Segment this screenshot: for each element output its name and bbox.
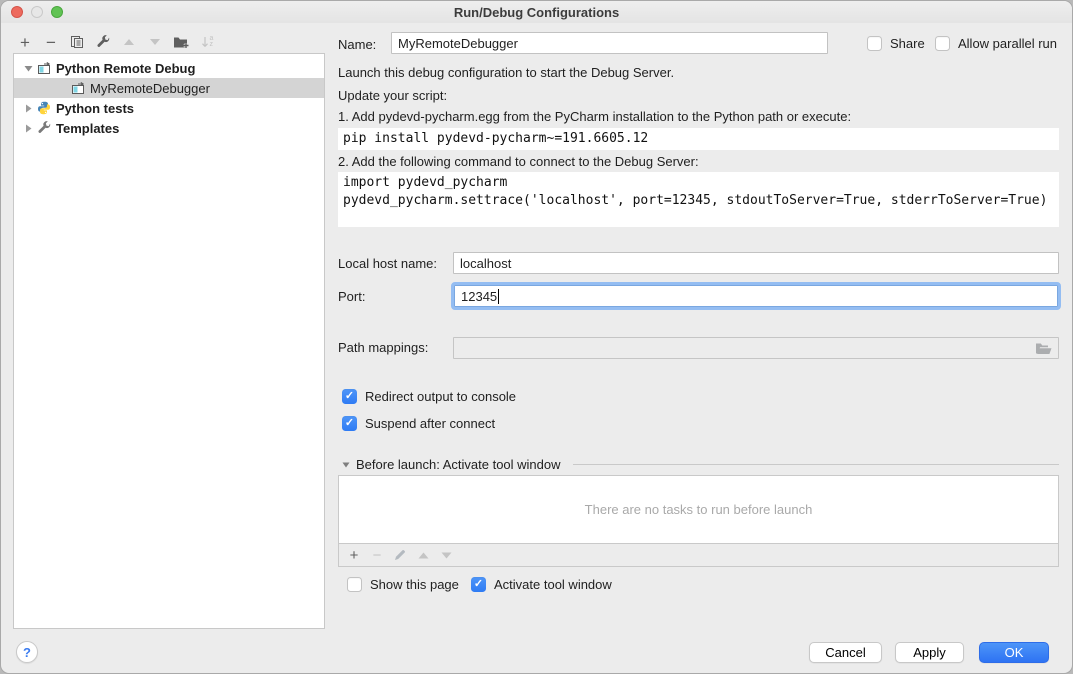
- section-divider: [573, 464, 1059, 465]
- move-up-button: [119, 32, 139, 52]
- share-label: Share: [890, 36, 925, 51]
- name-label: Name:: [338, 37, 376, 52]
- remove-icon: −: [46, 34, 56, 51]
- run-debug-configurations-dialog: Run/Debug Configurations + − az: [0, 0, 1073, 674]
- move-down-icon: [441, 552, 452, 559]
- new-folder-button[interactable]: [171, 32, 191, 52]
- tree-item-label: Python tests: [56, 101, 134, 116]
- cancel-button[interactable]: Cancel: [809, 642, 882, 663]
- before-launch-tasks-list[interactable]: There are no tasks to run before launch: [338, 475, 1059, 544]
- tree-item-label: Templates: [56, 121, 119, 136]
- sort-configurations-button: az: [197, 32, 217, 52]
- empty-tasks-message: There are no tasks to run before launch: [585, 502, 813, 517]
- redirect-output-checkbox[interactable]: [342, 389, 357, 404]
- help-button[interactable]: ?: [16, 641, 38, 663]
- window-title: Run/Debug Configurations: [1, 5, 1072, 20]
- copy-configuration-button[interactable]: [67, 32, 87, 52]
- tree-item-python-tests[interactable]: Python tests: [14, 98, 324, 118]
- show-this-page-checkbox[interactable]: [347, 577, 362, 592]
- move-up-icon: [418, 552, 429, 559]
- name-input[interactable]: MyRemoteDebugger: [391, 32, 828, 54]
- edit-task-button: [391, 546, 409, 564]
- share-checkbox[interactable]: [867, 36, 882, 51]
- show-this-page-row: Show this page: [347, 577, 459, 592]
- tree-item-label: MyRemoteDebugger: [90, 81, 210, 96]
- move-task-down-button: [437, 546, 455, 564]
- allow-parallel-label: Allow parallel run: [958, 36, 1057, 51]
- apply-button[interactable]: Apply: [895, 642, 964, 663]
- share-checkbox-row: Share: [867, 36, 925, 51]
- chevron-down-icon[interactable]: [342, 462, 350, 468]
- activate-tool-window-label: Activate tool window: [494, 577, 612, 592]
- remove-configuration-button[interactable]: −: [41, 32, 61, 52]
- edit-pencil-icon: [394, 549, 406, 561]
- path-mappings-input[interactable]: [453, 337, 1059, 359]
- description-line-1: Launch this debug configuration to start…: [338, 65, 674, 80]
- show-this-page-label: Show this page: [370, 577, 459, 592]
- before-launch-title: Before launch: Activate tool window: [356, 457, 561, 472]
- tree-item-templates[interactable]: Templates: [14, 118, 324, 138]
- suspend-after-connect-label: Suspend after connect: [365, 416, 495, 431]
- remote-debug-icon: [36, 62, 52, 75]
- local-host-input[interactable]: localhost: [453, 252, 1059, 274]
- python-icon: [36, 101, 52, 115]
- ok-button[interactable]: OK: [979, 642, 1049, 663]
- folder-open-icon[interactable]: [1035, 342, 1052, 355]
- add-icon: +: [350, 548, 359, 563]
- tree-item-label: Python Remote Debug: [56, 61, 195, 76]
- settrace-code[interactable]: import pydevd_pycharm pydevd_pycharm.set…: [338, 172, 1059, 227]
- local-host-label: Local host name:: [338, 256, 437, 271]
- allow-parallel-checkbox-row: Allow parallel run: [935, 36, 1057, 51]
- title-bar: Run/Debug Configurations: [1, 1, 1072, 23]
- configurations-tree: Python Remote Debug MyRemoteDebugger Pyt…: [13, 53, 325, 629]
- chevron-right-icon[interactable]: [20, 104, 36, 113]
- description-line-2: Update your script:: [338, 88, 447, 103]
- port-input[interactable]: 12345: [454, 285, 1058, 307]
- chevron-right-icon[interactable]: [20, 124, 36, 133]
- configurations-toolbar: + − az: [15, 31, 217, 53]
- move-down-icon: [149, 38, 161, 46]
- remove-task-button: −: [368, 546, 386, 564]
- add-task-button[interactable]: +: [345, 546, 363, 564]
- edit-defaults-button[interactable]: [93, 32, 113, 52]
- add-configuration-button[interactable]: +: [15, 32, 35, 52]
- move-down-button: [145, 32, 165, 52]
- chevron-down-icon[interactable]: [20, 65, 36, 72]
- tasks-toolbar: + −: [338, 544, 1059, 567]
- wrench-icon: [36, 121, 52, 135]
- description-step-2: 2. Add the following command to connect …: [338, 154, 699, 169]
- description-step-1: 1. Add pydevd-pycharm.egg from the PyCha…: [338, 109, 851, 124]
- tree-item-myremotedebugger[interactable]: MyRemoteDebugger: [14, 78, 324, 98]
- redirect-output-label: Redirect output to console: [365, 389, 516, 404]
- redirect-output-row: Redirect output to console: [342, 389, 516, 404]
- activate-tool-window-checkbox[interactable]: [471, 577, 486, 592]
- before-launch-header[interactable]: Before launch: Activate tool window: [342, 457, 561, 472]
- pip-install-code[interactable]: pip install pydevd-pycharm~=191.6605.12: [338, 128, 1059, 150]
- edit-wrench-icon: [96, 35, 110, 49]
- tree-item-python-remote-debug[interactable]: Python Remote Debug: [14, 58, 324, 78]
- suspend-after-connect-checkbox[interactable]: [342, 416, 357, 431]
- add-icon: +: [20, 34, 30, 51]
- activate-tool-window-row: Activate tool window: [471, 577, 612, 592]
- copy-icon: [70, 35, 84, 49]
- allow-parallel-checkbox[interactable]: [935, 36, 950, 51]
- port-label: Port:: [338, 289, 365, 304]
- remove-icon: −: [373, 548, 382, 563]
- new-folder-icon: [173, 35, 189, 49]
- remote-debug-icon: [70, 82, 86, 95]
- path-mappings-label: Path mappings:: [338, 340, 428, 355]
- sort-alpha-icon: az: [201, 36, 214, 49]
- move-task-up-button: [414, 546, 432, 564]
- help-question-icon: ?: [23, 645, 31, 660]
- suspend-after-connect-row: Suspend after connect: [342, 416, 495, 431]
- move-up-icon: [123, 38, 135, 46]
- text-cursor: [498, 289, 499, 304]
